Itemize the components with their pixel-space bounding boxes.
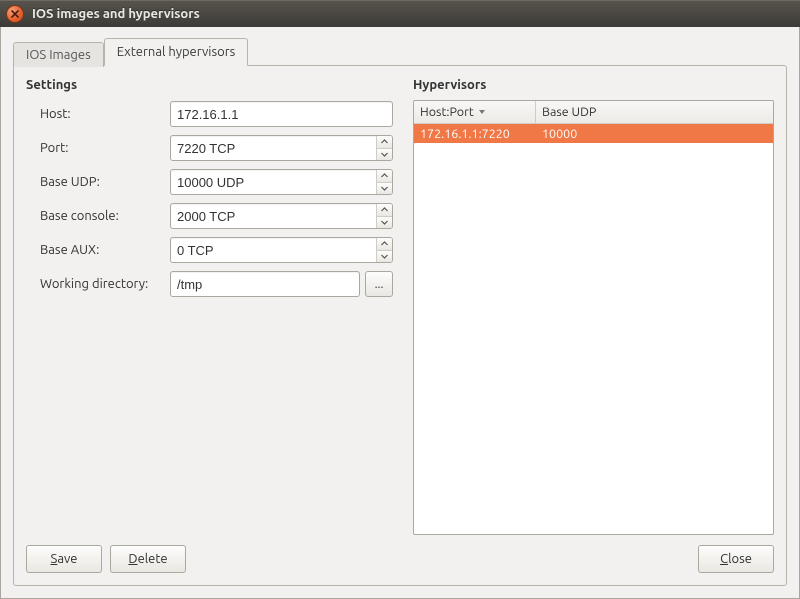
base-console-spin-down[interactable] (377, 217, 392, 229)
window-close-button[interactable] (6, 5, 24, 23)
workdir-browse-button[interactable]: ... (365, 271, 393, 297)
tab-external-hypervisors[interactable]: External hypervisors (104, 38, 249, 66)
chevron-up-icon (381, 207, 388, 212)
row-base-console: Base console: (40, 202, 393, 230)
port-spin[interactable] (170, 135, 393, 161)
base-udp-spin[interactable] (170, 169, 393, 195)
chevron-up-icon (381, 241, 388, 246)
delete-rest: elete (138, 552, 168, 566)
host-input[interactable] (170, 101, 393, 127)
base-udp-label: Base UDP: (40, 175, 170, 189)
cell-hostport: 172.16.1.1:7220 (414, 127, 536, 141)
settings-section: Settings Host: Port: (26, 76, 393, 535)
hypervisors-section: Hypervisors Host:Port Base UDP 172.1 (413, 76, 774, 535)
delete-mnemonic: D (128, 552, 137, 566)
column-baseudp-label: Base UDP (542, 105, 596, 119)
tab-ios-images[interactable]: IOS Images (13, 42, 104, 67)
close-icon (11, 10, 19, 18)
port-spin-down[interactable] (377, 149, 392, 161)
column-hostport-label: Host:Port (420, 105, 474, 119)
cell-baseudp: 10000 (536, 127, 773, 141)
tab-panel-external-hypervisors: Settings Host: Port: (13, 65, 787, 586)
button-row: Save Delete Close (26, 545, 774, 573)
save-mnemonic: S (51, 552, 58, 566)
tabs-bar: IOS Images External hypervisors (13, 37, 787, 65)
close-button[interactable]: Close (698, 545, 774, 573)
settings-form: Host: Port: (26, 100, 393, 298)
sort-indicator-icon (478, 109, 486, 115)
base-console-label: Base console: (40, 209, 170, 223)
chevron-down-icon (381, 220, 388, 225)
client-area: IOS Images External hypervisors Settings… (0, 27, 800, 599)
port-spin-up[interactable] (377, 136, 392, 149)
base-aux-spin-buttons (376, 238, 392, 262)
column-hostport[interactable]: Host:Port (414, 101, 536, 123)
port-label: Port: (40, 141, 170, 155)
base-udp-spin-up[interactable] (377, 170, 392, 183)
chevron-up-icon (381, 173, 388, 178)
chevron-down-icon (381, 254, 388, 259)
host-label: Host: (40, 107, 170, 121)
base-udp-spin-down[interactable] (377, 183, 392, 195)
base-console-input[interactable] (171, 204, 376, 228)
save-rest: ave (57, 552, 77, 566)
row-base-aux: Base AUX: (40, 236, 393, 264)
hypervisors-tree[interactable]: Host:Port Base UDP 172.16.1.1:7220 10000 (413, 100, 774, 535)
chevron-up-icon (381, 139, 388, 144)
spacer (194, 545, 690, 573)
workdir-label: Working directory: (40, 277, 170, 291)
chevron-down-icon (381, 152, 388, 157)
settings-title: Settings (26, 78, 393, 92)
delete-button[interactable]: Delete (110, 545, 186, 573)
base-console-spin[interactable] (170, 203, 393, 229)
workdir-input[interactable] (170, 271, 360, 297)
close-rest: lose (728, 552, 752, 566)
base-aux-spin-up[interactable] (377, 238, 392, 251)
hypervisors-title: Hypervisors (413, 78, 774, 92)
panel-body: Settings Host: Port: (26, 76, 774, 535)
base-console-spin-buttons (376, 204, 392, 228)
base-console-spin-up[interactable] (377, 204, 392, 217)
titlebar: IOS images and hypervisors (0, 0, 800, 27)
row-host: Host: (40, 100, 393, 128)
hypervisors-header: Host:Port Base UDP (414, 101, 773, 124)
base-aux-spin-down[interactable] (377, 251, 392, 263)
base-aux-spin[interactable] (170, 237, 393, 263)
port-spin-buttons (376, 136, 392, 160)
window-title: IOS images and hypervisors (32, 7, 200, 21)
column-baseudp[interactable]: Base UDP (536, 101, 773, 123)
base-aux-input[interactable] (171, 238, 376, 262)
port-input[interactable] (171, 136, 376, 160)
chevron-down-icon (381, 186, 388, 191)
row-base-udp: Base UDP: (40, 168, 393, 196)
table-row[interactable]: 172.16.1.1:7220 10000 (414, 124, 773, 143)
hypervisors-body: 172.16.1.1:7220 10000 (414, 124, 773, 534)
base-udp-input[interactable] (171, 170, 376, 194)
close-mnemonic: C (720, 552, 728, 566)
row-port: Port: (40, 134, 393, 162)
base-udp-spin-buttons (376, 170, 392, 194)
save-button[interactable]: Save (26, 545, 102, 573)
base-aux-label: Base AUX: (40, 243, 170, 257)
row-workdir: Working directory: ... (40, 270, 393, 298)
